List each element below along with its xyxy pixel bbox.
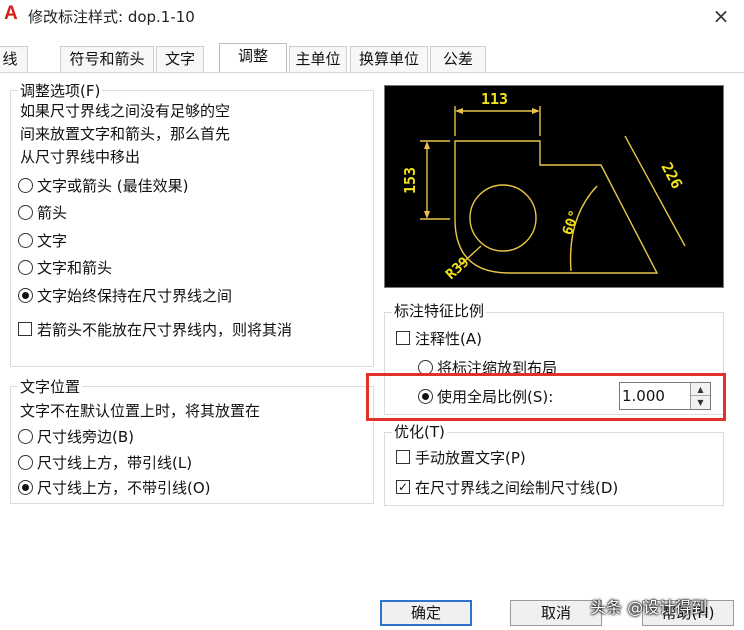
checkbox-label: 若箭头不能放在尺寸界线内，则将其消 — [37, 320, 293, 339]
radio-circle — [18, 454, 33, 470]
radio-label: 文字和箭头 — [37, 258, 113, 277]
radio-label: 尺寸线上方，不带引线(O) — [37, 478, 211, 497]
radio-beside-dim-line[interactable]: 尺寸线旁边(B) — [18, 425, 134, 447]
checkbox-place-text-manually[interactable]: 手动放置文字(P) — [396, 446, 526, 468]
dimension-style-preview: 113 153 226 60° R39 — [384, 85, 724, 288]
tab-symbols-arrows[interactable]: 符号和箭头 — [60, 46, 154, 72]
ok-button[interactable]: 确定 — [380, 600, 472, 626]
fit-options-title: 调整选项(F) — [18, 80, 103, 101]
fine-tuning-title: 优化(T) — [392, 421, 447, 442]
checkbox-draw-dim-line-between[interactable]: ✓ 在尺寸界线之间绘制尺寸线(D) — [396, 476, 618, 498]
preview-label-60deg: 60° — [560, 208, 584, 237]
checkbox-box-checked: ✓ — [396, 480, 410, 494]
fit-description-line-2: 间来放置文字和箭头，那么首先 — [20, 125, 231, 143]
tab-fit[interactable]: 调整 — [219, 43, 287, 72]
text-placement-title: 文字位置 — [18, 376, 83, 397]
radio-circle-selected — [18, 479, 33, 495]
preview-drawing: 113 153 226 60° R39 — [401, 90, 686, 283]
radio-label: 文字 — [37, 231, 68, 250]
radio-circle — [18, 428, 33, 444]
red-highlight-box — [366, 373, 726, 421]
radio-circle — [18, 259, 33, 275]
radio-label: 尺寸线上方，带引线(L) — [37, 453, 193, 472]
checkbox-suppress-arrows[interactable]: 若箭头不能放在尺寸界线内，则将其消 — [18, 318, 292, 340]
radio-over-dim-line-without-leader[interactable]: 尺寸线上方，不带引线(O) — [18, 476, 211, 498]
radio-arrows[interactable]: 箭头 — [18, 201, 67, 223]
text-placement-description: 文字不在默认位置上时，将其放置在 — [20, 402, 261, 420]
radio-circle — [18, 177, 33, 193]
checkbox-label: 在尺寸界线之间绘制尺寸线(D) — [415, 478, 619, 497]
cancel-button[interactable]: 取消 — [510, 600, 602, 626]
radio-label: 尺寸线旁边(B) — [37, 427, 134, 446]
tab-text[interactable]: 文字 — [156, 46, 204, 72]
radio-label: 箭头 — [37, 203, 68, 222]
radio-over-dim-line-with-leader[interactable]: 尺寸线上方，带引线(L) — [18, 451, 192, 473]
scale-group-title: 标注特征比例 — [392, 300, 487, 321]
close-button[interactable]: × — [706, 2, 736, 30]
radio-text-and-arrows[interactable]: 文字和箭头 — [18, 256, 112, 278]
fit-description-line-3: 从尺寸界线中移出 — [20, 148, 141, 166]
tab-tolerances[interactable]: 公差 — [430, 46, 486, 72]
window-title: 修改标注样式: dop.1-10 — [28, 8, 195, 26]
checkbox-box — [396, 450, 410, 464]
autocad-logo-icon: A — [4, 3, 18, 24]
fit-description-line-1: 如果尺寸界线之间没有足够的空 — [20, 102, 231, 120]
watermark: 头条 @设计得到 — [590, 598, 708, 617]
checkbox-box — [18, 322, 32, 336]
radio-label: 文字始终保持在尺寸界线之间 — [37, 286, 233, 305]
tab-lines[interactable]: 线 — [0, 46, 28, 72]
radio-text-or-arrows[interactable]: 文字或箭头 (最佳效果) — [18, 174, 188, 196]
preview-label-153: 153 — [401, 167, 419, 194]
checkbox-annotative[interactable]: 注释性(A) — [396, 327, 482, 349]
radio-keep-text-between-ext-lines[interactable]: 文字始终保持在尺寸界线之间 — [18, 284, 232, 306]
radio-circle — [18, 204, 33, 220]
checkbox-label: 注释性(A) — [415, 329, 482, 348]
tab-bar: 线 符号和箭头 文字 调整 主单位 换算单位 公差 — [0, 43, 744, 72]
checkbox-box — [396, 331, 410, 345]
radio-circle-selected — [18, 287, 33, 303]
tab-alternate-units[interactable]: 换算单位 — [350, 46, 428, 72]
radio-text[interactable]: 文字 — [18, 229, 67, 251]
preview-label-226: 226 — [657, 159, 686, 191]
radio-circle — [18, 232, 33, 248]
checkbox-label: 手动放置文字(P) — [415, 448, 526, 467]
preview-label-113: 113 — [481, 90, 508, 108]
title-bar: A 修改标注样式: dop.1-10 × — [0, 0, 744, 36]
tab-primary-units[interactable]: 主单位 — [289, 46, 347, 72]
radio-label: 文字或箭头 (最佳效果) — [37, 176, 189, 195]
